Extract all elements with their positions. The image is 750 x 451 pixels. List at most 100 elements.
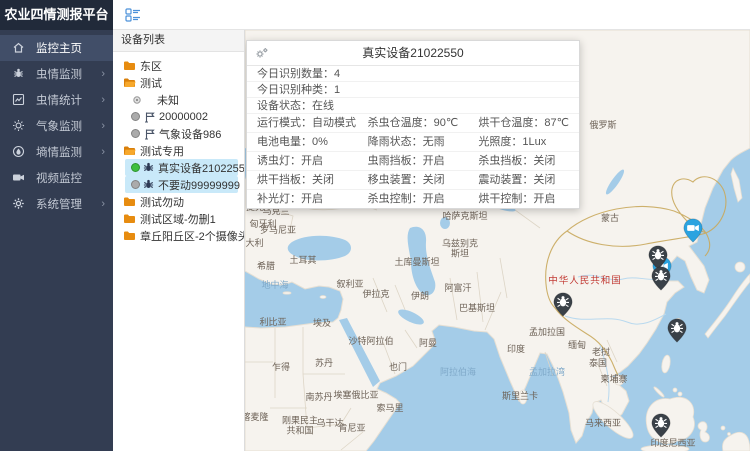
map-country-label: 也门	[389, 362, 407, 372]
tree-item-label: 真实设备21022550	[158, 160, 245, 176]
device-tree: 东区测试未知 20000002 气象设备986测试专用真实设备21022550不要动…	[113, 52, 244, 244]
folder-closed-icon	[123, 212, 136, 225]
tree-item-unknown[interactable]: 未知	[113, 91, 244, 108]
popup-row-1: 今日识别种类：1	[247, 82, 579, 98]
map-country-label: 伊朗	[411, 291, 429, 301]
sidebar: 农业四情测报平台 监控主页虫情监测›虫情统计›气象监测›墒情监测›视频监控系统管…	[0, 0, 113, 451]
map-country-label: 土耳其	[289, 255, 316, 265]
map-country-label: 巴基斯坦	[459, 303, 495, 313]
sidebar-item-weather-monitoring[interactable]: 气象监测›	[0, 113, 113, 139]
sidebar-item-insect-monitoring[interactable]: 虫情监测›	[0, 61, 113, 87]
sidebar-item-label: 监控主页	[36, 40, 105, 56]
sun-icon	[12, 119, 26, 133]
popup-grid-row-2: 诱虫灯：开启虫雨挡板：开启杀虫挡板：关闭	[247, 152, 579, 171]
popup-cell-3-1: 移虫装置：关闭	[358, 171, 469, 189]
popup-cell-1-1: 降雨状态：无雨	[358, 133, 469, 151]
tree-item-test-no-move[interactable]: 测试勿动	[113, 193, 244, 210]
map-country-label: 埃塞俄比亚	[333, 390, 378, 400]
map-water-label: 地中海	[261, 280, 288, 290]
map-water-label: 阿拉伯海	[440, 367, 476, 377]
popup-detail-rows: 今日识别数量：4今日识别种类：1设备状态：在线运行模式：自动模式杀虫仓温度：90…	[247, 66, 579, 208]
chevron-right-icon: ›	[101, 94, 105, 106]
insect-device-marker[interactable]	[667, 318, 687, 343]
map-country-label: 希腊	[257, 261, 275, 271]
insect-device-marker[interactable]	[651, 266, 671, 291]
map-china-label: 中华人民共和国	[548, 277, 622, 288]
map-country-label: 叙利亚	[336, 279, 363, 289]
popup-cell-2-2: 杀虫挡板：关闭	[468, 152, 579, 170]
device-info-popup: 真实设备21022550 今日识别数量：4今日识别种类：1设备状态：在线运行模式…	[246, 40, 580, 209]
map-country-label: 乌兹别克 斯坦	[442, 239, 478, 260]
map-country-label: 老挝	[592, 347, 610, 357]
sidebar-item-home[interactable]: 监控主页	[0, 35, 113, 61]
tree-item-label: 未知	[157, 92, 179, 108]
tree-item-label: 章丘阳丘区-2个摄像头	[140, 228, 245, 244]
tree-item-test-special[interactable]: 测试专用	[113, 142, 244, 159]
sidebar-item-label: 气象监测	[36, 118, 101, 134]
tree-item-label: 测试专用	[140, 143, 184, 159]
tree-item-test[interactable]: 测试	[113, 74, 244, 91]
map-country-label: 喀麦隆	[245, 412, 269, 422]
home-icon	[12, 41, 26, 55]
chevron-right-icon: ›	[101, 198, 105, 210]
chart-icon	[12, 93, 26, 107]
tree-item-dev-20000002[interactable]: 20000002	[113, 108, 244, 125]
map-country-label: 阿曼	[419, 338, 437, 348]
popup-cell-4-0: 补光灯：开启	[247, 190, 358, 208]
map-country-label: 孟加拉国	[529, 327, 565, 337]
map-country-label: 蒙古	[601, 213, 619, 223]
map-country-label: 哈萨克斯坦	[442, 211, 487, 221]
popup-cell-0-0: 运行模式：自动模式	[247, 114, 358, 132]
tree-item-label: 测试区域-勿删1	[140, 211, 216, 227]
status-dot-offline	[131, 180, 140, 189]
station-icon	[143, 128, 155, 140]
popup-cell-4-2: 烘干控制：开启	[468, 190, 579, 208]
popup-cell-4-1: 杀虫控制：开启	[358, 190, 469, 208]
popup-cell-0-2: 烘干仓温度：87℃	[468, 114, 579, 132]
tree-item-label: 20000002	[159, 111, 208, 123]
sidebar-item-system-management[interactable]: 系统管理›	[0, 191, 113, 217]
topbar	[113, 0, 750, 30]
sidebar-item-soil-monitoring[interactable]: 墒情监测›	[0, 139, 113, 165]
map-country-label: 土库曼斯坦	[394, 257, 439, 267]
popup-cell-2-1: 虫雨挡板：开启	[358, 152, 469, 170]
popup-grid-row-4: 补光灯：开启杀虫控制：开启烘干控制：开启	[247, 190, 579, 208]
popup-row-2: 设备状态：在线	[247, 98, 579, 114]
sidebar-item-label: 虫情统计	[36, 92, 101, 108]
bug-icon	[12, 67, 26, 81]
popup-grid-row-1: 电池电量：0%降雨状态：无雨光照度：1Lux	[247, 133, 579, 152]
sidebar-menu: 监控主页虫情监测›虫情统计›气象监测›墒情监测›视频监控系统管理›	[0, 30, 113, 217]
map-country-label: 肯尼亚	[338, 423, 365, 433]
sidebar-item-video-surveillance[interactable]: 视频监控	[0, 165, 113, 191]
tree-item-zhangqiu[interactable]: 章丘阳丘区-2个摄像头	[113, 227, 244, 244]
tree-item-east-area[interactable]: 东区	[113, 57, 244, 74]
tree-item-label: 气象设备986	[159, 126, 221, 142]
insect-device-marker[interactable]	[651, 413, 671, 438]
map-country-label: 泰国	[589, 358, 607, 368]
map-country-label: 罗马尼亚	[260, 225, 296, 235]
gear-icon	[12, 197, 26, 211]
tree-item-dont-touch[interactable]: 不要动99999999	[125, 176, 238, 193]
tree-list-icon[interactable]	[125, 7, 141, 23]
video-icon	[12, 171, 26, 185]
map-country-label: 刚果民主 共和国	[282, 416, 318, 437]
map-canvas[interactable]: 俄罗斯蒙古哈萨克斯坦乌克兰捷克匈牙利罗马尼亚意大利希腊土耳其叙利亚伊拉克伊朗土库…	[245, 30, 750, 451]
tree-item-real-device[interactable]: 真实设备21022550	[125, 159, 238, 176]
sidebar-item-insect-statistics[interactable]: 虫情统计›	[0, 87, 113, 113]
bug-icon	[143, 179, 154, 190]
map-country-label: 斯里兰卡	[502, 391, 538, 401]
popup-row-0: 今日识别数量：4	[247, 66, 579, 82]
sidebar-item-label: 系统管理	[36, 196, 101, 212]
folder-open-icon	[123, 144, 136, 157]
sidebar-item-label: 视频监控	[36, 170, 105, 186]
tree-item-weather-986[interactable]: 气象设备986	[113, 125, 244, 142]
tree-item-test-region[interactable]: 测试区域-勿删1	[113, 210, 244, 227]
moisture-icon	[12, 145, 26, 159]
app-title: 农业四情测报平台	[0, 0, 113, 30]
insect-device-marker[interactable]	[553, 292, 573, 317]
popup-grid-row-3: 烘干挡板：关闭移虫装置：关闭震动装置：关闭	[247, 171, 579, 190]
camera-device-marker[interactable]	[683, 218, 703, 243]
popup-cell-0-1: 杀虫仓温度：90℃	[358, 114, 469, 132]
popup-grid-row-0: 运行模式：自动模式杀虫仓温度：90℃烘干仓温度：87℃	[247, 114, 579, 133]
popup-cell-3-2: 震动装置：关闭	[468, 171, 579, 189]
